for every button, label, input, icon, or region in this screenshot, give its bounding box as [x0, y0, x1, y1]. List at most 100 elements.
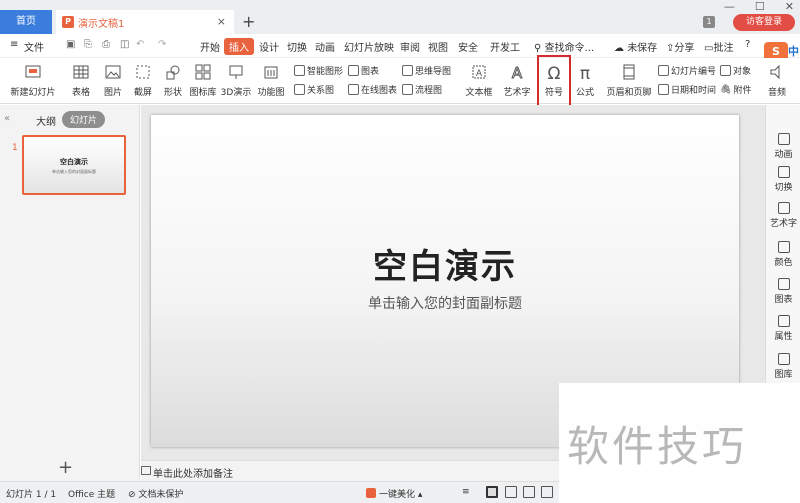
window-count-badge[interactable]: 1 — [703, 16, 715, 28]
unsaved-status[interactable]: ☁ 未保存 — [614, 39, 657, 54]
symbol-highlight-box — [537, 55, 571, 108]
undo-icon[interactable]: ↶ — [136, 39, 144, 50]
date-time-button[interactable]: 日期和时间 — [658, 83, 716, 96]
add-tab-icon[interactable]: + — [242, 12, 255, 31]
object-label: 对象 — [733, 67, 752, 77]
object-button[interactable]: 对象 — [720, 64, 751, 77]
protection-status[interactable]: ⊘ 文档未保护 — [128, 487, 183, 500]
menu-view[interactable]: 视图 — [428, 39, 448, 54]
formula-button[interactable]: π 公式 — [570, 62, 600, 98]
help-icon[interactable]: ? — [745, 39, 750, 50]
menu-transition[interactable]: 切换 — [287, 39, 307, 54]
preview-icon[interactable]: ◫ — [120, 39, 129, 50]
file-menu[interactable]: 文件 — [24, 39, 44, 54]
pi-formula-icon: π — [580, 64, 590, 81]
tab-slides[interactable]: 幻灯片 — [62, 111, 106, 128]
menu-design[interactable]: 设计 — [259, 39, 279, 54]
smart-shape-button[interactable]: 智能图形 — [294, 64, 343, 77]
save-icon[interactable]: ▣ — [66, 39, 75, 50]
slide-subtitle[interactable]: 单击输入您的封面副标题 — [151, 293, 739, 313]
menu-security[interactable]: 安全 — [458, 39, 478, 54]
audio-label: 音频 — [767, 88, 786, 98]
new-slide-icon — [25, 65, 41, 78]
comment-label: 批注 — [713, 43, 734, 54]
attachment-button[interactable]: 🖇 附件 — [720, 83, 751, 97]
add-slide-icon[interactable]: + — [58, 457, 73, 478]
maximize-icon[interactable]: ☐ — [755, 0, 765, 13]
slide-thumbnail[interactable]: 空白演示 单击输入您的封面副标题 — [22, 135, 126, 195]
relation-chart-button[interactable]: 关系图 — [294, 83, 334, 96]
redo-icon[interactable]: ↷ — [158, 39, 166, 50]
minimize-icon[interactable]: — — [724, 0, 735, 13]
visitor-login-button[interactable]: 访客登录 — [733, 14, 795, 31]
animation-icon — [777, 133, 790, 145]
close-window-icon[interactable]: ✕ — [785, 0, 794, 13]
menu-developer[interactable]: 开发工 — [490, 39, 520, 54]
menu-review[interactable]: 审阅 — [400, 39, 420, 54]
menu-insert[interactable]: 插入 — [224, 38, 254, 55]
pane-gallery[interactable]: 图库 — [766, 353, 800, 380]
comment-button[interactable]: ▭批注 — [704, 39, 733, 54]
pane-properties[interactable]: 属性 — [766, 315, 800, 342]
normal-view-icon[interactable] — [486, 486, 498, 498]
slide-number-button[interactable]: 幻灯片编号 — [658, 64, 716, 77]
tab-outline[interactable]: 大纲 — [36, 113, 56, 128]
pane-animation[interactable]: 动画 — [766, 133, 800, 160]
ime-language[interactable]: 中 — [788, 43, 799, 59]
menu-animation[interactable]: 动画 — [315, 39, 335, 54]
pane-color-label: 颜色 — [774, 258, 793, 268]
hamburger-icon[interactable]: ≡ — [10, 39, 18, 50]
slide-sorter-icon[interactable] — [505, 486, 517, 498]
table-label: 表格 — [71, 88, 90, 98]
cloud-icon: ☁ — [614, 43, 624, 54]
date-time-label: 日期和时间 — [671, 86, 717, 96]
theme-name[interactable]: Office 主题 — [68, 487, 115, 500]
pane-color[interactable]: 颜色 — [766, 241, 800, 268]
3d-demo-button[interactable]: 3D演示 — [220, 62, 252, 98]
pane-wordart[interactable]: 艺术字 — [766, 202, 800, 229]
window-controls: — ☐ ✕ — [724, 0, 794, 13]
menu-slideshow[interactable]: 幻灯片放映 — [344, 39, 394, 54]
wordart-button[interactable]: A 艺术字 — [500, 62, 534, 99]
icon-library-button[interactable]: 图标库 — [188, 62, 218, 98]
share-button[interactable]: ⇪分享 — [666, 39, 694, 54]
tab-home[interactable]: 首页 — [0, 10, 52, 34]
pane-chart[interactable]: 图表 — [766, 278, 800, 305]
new-slide-label: 新建幻灯片 — [10, 88, 56, 98]
wordart-label: 艺术字 — [503, 88, 531, 98]
mind-map-button[interactable]: 思维导图 — [402, 64, 451, 77]
online-chart-label: 在线图表 — [361, 86, 398, 96]
svg-text:A: A — [512, 64, 523, 81]
table-button[interactable]: 表格 — [66, 62, 96, 98]
audio-button[interactable]: 音频 — [762, 62, 792, 98]
collapse-panel-icon[interactable]: « — [4, 113, 10, 124]
header-footer-button[interactable]: 页眉和页脚 — [604, 62, 654, 98]
shape-label: 形状 — [163, 88, 182, 98]
unsaved-label: 未保存 — [627, 43, 658, 54]
slideshow-icon[interactable] — [541, 486, 553, 498]
search-icon: ⚲ — [534, 43, 545, 54]
chart-button[interactable]: 图表 — [348, 64, 379, 77]
menu-start[interactable]: 开始 — [200, 39, 220, 54]
function-chart-button[interactable]: 功能图 — [254, 62, 288, 98]
pane-gallery-label: 图库 — [774, 370, 793, 380]
beautify-button[interactable]: 一键美化 ▴ — [366, 487, 422, 500]
shape-button[interactable]: 形状 — [158, 62, 188, 98]
notes-toggle-icon[interactable]: ≡ — [462, 487, 470, 497]
reading-view-icon[interactable] — [523, 486, 535, 498]
export-icon[interactable]: ⎘ — [84, 39, 92, 50]
print-icon[interactable]: ⎙ — [102, 39, 110, 50]
slide-title[interactable]: 空白演示 — [151, 239, 739, 288]
notes-icon — [141, 466, 151, 475]
find-command-input[interactable]: ⚲ 查找命令... — [534, 39, 594, 54]
flowchart-button[interactable]: 流程图 — [402, 83, 442, 96]
screenshot-button[interactable]: 截屏 — [128, 62, 158, 98]
online-chart-button[interactable]: 在线图表 — [348, 83, 397, 96]
document-tab-title: 演示文稿1 — [78, 18, 125, 30]
pane-transition[interactable]: 切换 — [766, 166, 800, 193]
picture-button[interactable]: 图片 — [98, 62, 128, 98]
close-tab-icon[interactable]: × — [217, 15, 226, 28]
new-slide-button[interactable]: 新建幻灯片 — [6, 62, 60, 98]
tab-document[interactable]: P 演示文稿1 × — [56, 10, 234, 34]
textbox-button[interactable]: A 文本框 — [462, 62, 496, 98]
